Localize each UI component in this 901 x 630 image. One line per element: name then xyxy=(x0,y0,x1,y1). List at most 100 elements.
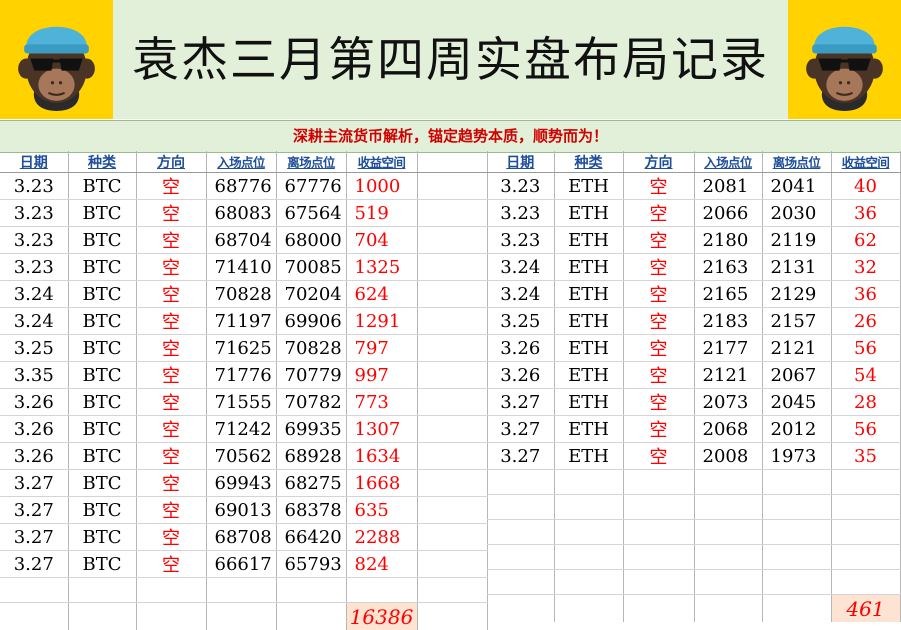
exit-price-cell: 2030 xyxy=(762,200,831,227)
monkey-sunglasses-icon xyxy=(6,6,107,113)
symbol-cell: BTC xyxy=(68,551,136,578)
exit-price-cell: 70782 xyxy=(276,389,346,416)
column-header-entry: 入场点位 xyxy=(206,151,276,173)
profit-cell: 28 xyxy=(831,389,900,416)
entry-price-cell: 68083 xyxy=(206,200,276,227)
exit-price-cell: 70828 xyxy=(276,335,346,362)
table-header-row: 日期 种类 方向 入场点位 离场点位 收益空间 xyxy=(487,151,900,173)
entry-price-cell: 66617 xyxy=(206,551,276,578)
entry-price-cell: 2121 xyxy=(694,362,762,389)
symbol-cell: BTC xyxy=(68,308,136,335)
date-cell: 3.27 xyxy=(0,497,68,524)
empty-cell xyxy=(206,603,276,630)
exit-price-cell: 68928 xyxy=(276,443,346,470)
symbol-cell: BTC xyxy=(68,281,136,308)
date-cell xyxy=(487,545,554,570)
exit-price-cell: 2041 xyxy=(762,173,831,200)
side-cell: 空 xyxy=(136,173,206,200)
entry-price-cell: 2165 xyxy=(694,281,762,308)
side-cell: 空 xyxy=(136,281,206,308)
symbol-cell: ETH xyxy=(554,416,623,443)
date-cell xyxy=(487,520,554,545)
column-header-side: 方向 xyxy=(136,151,206,173)
side-cell: 空 xyxy=(136,470,206,497)
exit-price-cell: 68378 xyxy=(276,497,346,524)
symbol-cell xyxy=(554,495,623,520)
table-row: 3.23BTC空71410700851325 xyxy=(0,254,487,281)
total-profit-cell: 461 xyxy=(831,595,900,623)
symbol-cell: BTC xyxy=(68,416,136,443)
side-cell: 空 xyxy=(136,362,206,389)
column-header-date: 日期 xyxy=(487,151,554,173)
spacer-cell xyxy=(417,497,487,524)
spacer-cell xyxy=(417,281,487,308)
side-cell xyxy=(623,545,694,570)
exit-price-cell: 2067 xyxy=(762,362,831,389)
side-cell: 空 xyxy=(136,551,206,578)
entry-price-cell: 71242 xyxy=(206,416,276,443)
table-row: 3.24BTC空7082870204624 xyxy=(0,281,487,308)
exit-price-cell: 67564 xyxy=(276,200,346,227)
exit-price-cell xyxy=(762,470,831,495)
symbol-cell: BTC xyxy=(68,227,136,254)
symbol-cell xyxy=(554,520,623,545)
table-row: 3.23ETH空2066203036 xyxy=(487,200,900,227)
entry-price-cell xyxy=(694,570,762,595)
spacer-cell xyxy=(417,200,487,227)
date-cell: 3.23 xyxy=(0,254,68,281)
table-row: 3.26BTC空7155570782773 xyxy=(0,389,487,416)
side-cell: 空 xyxy=(623,254,694,281)
table-row xyxy=(487,570,900,595)
spacer-cell xyxy=(417,443,487,470)
side-cell: 空 xyxy=(623,308,694,335)
side-cell: 空 xyxy=(623,335,694,362)
entry-price-cell: 2073 xyxy=(694,389,762,416)
side-cell: 空 xyxy=(623,281,694,308)
date-cell xyxy=(487,470,554,495)
date-cell: 3.23 xyxy=(0,173,68,200)
table-row: 3.26BTC空71242699351307 xyxy=(0,416,487,443)
entry-price-cell: 71555 xyxy=(206,389,276,416)
date-cell: 3.26 xyxy=(0,443,68,470)
page-title: 袁杰三月第四周实盘布局记录 xyxy=(113,0,788,119)
entry-price-cell: 71625 xyxy=(206,335,276,362)
symbol-cell: ETH xyxy=(554,362,623,389)
date-cell: 3.27 xyxy=(487,389,554,416)
spacer-cell xyxy=(417,603,487,630)
entry-price-cell xyxy=(694,520,762,545)
empty-cell xyxy=(487,595,554,623)
symbol-cell: BTC xyxy=(68,389,136,416)
side-cell: 空 xyxy=(136,416,206,443)
entry-price-cell: 2081 xyxy=(694,173,762,200)
date-cell xyxy=(487,495,554,520)
entry-price-cell xyxy=(694,495,762,520)
empty-cell xyxy=(762,595,831,623)
date-cell: 3.23 xyxy=(487,173,554,200)
side-cell xyxy=(623,570,694,595)
profit-cell: 519 xyxy=(346,200,417,227)
table-row: 3.23ETH空2081204140 xyxy=(487,173,900,200)
symbol-cell: BTC xyxy=(68,254,136,281)
date-cell: 3.26 xyxy=(487,335,554,362)
symbol-cell: ETH xyxy=(554,389,623,416)
empty-cell xyxy=(68,603,136,630)
entry-price-cell: 71776 xyxy=(206,362,276,389)
side-cell: 空 xyxy=(623,173,694,200)
column-header-symbol: 种类 xyxy=(554,151,623,173)
symbol-cell xyxy=(554,545,623,570)
table-row: 3.27BTC空68708664202288 xyxy=(0,524,487,551)
symbol-cell xyxy=(68,578,136,603)
side-cell: 空 xyxy=(136,200,206,227)
entry-price-cell: 68708 xyxy=(206,524,276,551)
profit-cell: 32 xyxy=(831,254,900,281)
exit-price-cell: 70779 xyxy=(276,362,346,389)
symbol-cell: ETH xyxy=(554,308,623,335)
empty-cell xyxy=(694,595,762,623)
logo-right xyxy=(788,0,901,119)
empty-cell xyxy=(623,595,694,623)
symbol-cell: ETH xyxy=(554,281,623,308)
profit-cell: 35 xyxy=(831,443,900,470)
side-cell: 空 xyxy=(136,443,206,470)
profit-cell: 36 xyxy=(831,200,900,227)
exit-price-cell: 2129 xyxy=(762,281,831,308)
